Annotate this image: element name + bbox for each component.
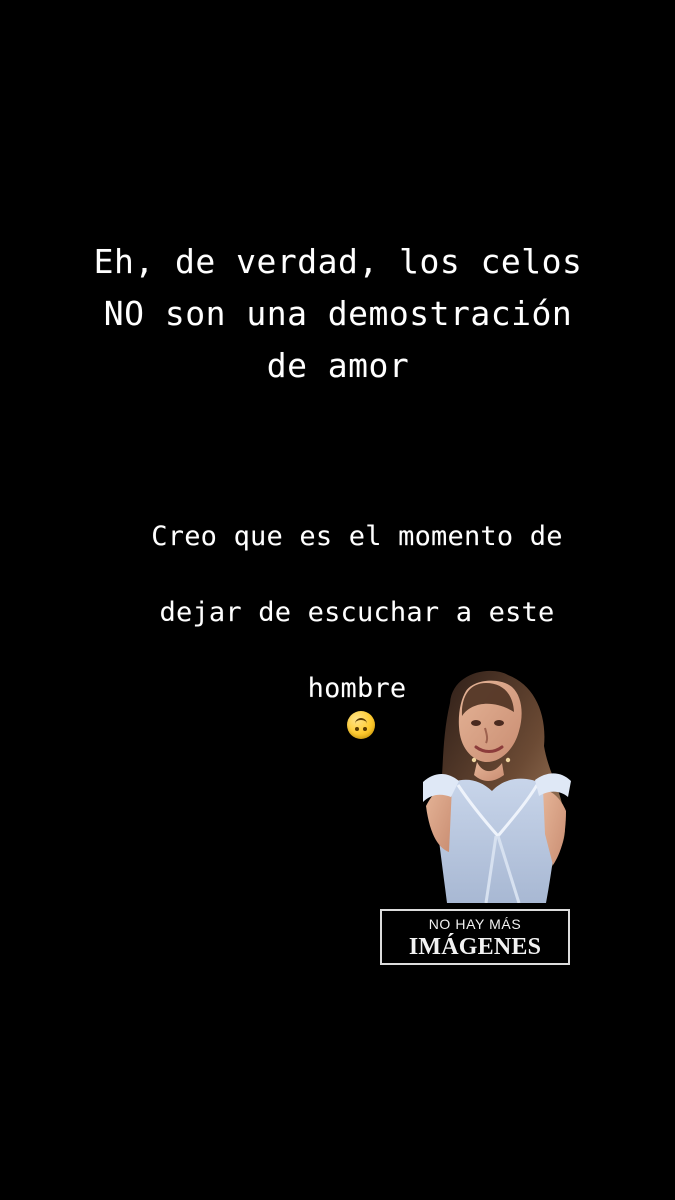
story-headline: Eh, de verdad, los celos NO son una demo…: [93, 242, 583, 385]
upside-down-face-icon: [347, 711, 375, 739]
sticker-caption-large: IMÁGENES: [408, 934, 542, 960]
woman-sticker-image: [416, 665, 578, 903]
instagram-story-canvas: Eh, de verdad, los celos NO son una demo…: [0, 0, 675, 1200]
subtext-line-1: Creo que es el momento de: [151, 521, 563, 552]
sticker-caption-box: NO HAY MÁS IMÁGENES: [380, 909, 570, 965]
gif-sticker[interactable]: NO HAY MÁS IMÁGENES: [378, 665, 578, 970]
subtext-line-2: dejar de escuchar a este: [159, 597, 555, 628]
sticker-caption-small: NO HAY MÁS: [428, 916, 522, 932]
